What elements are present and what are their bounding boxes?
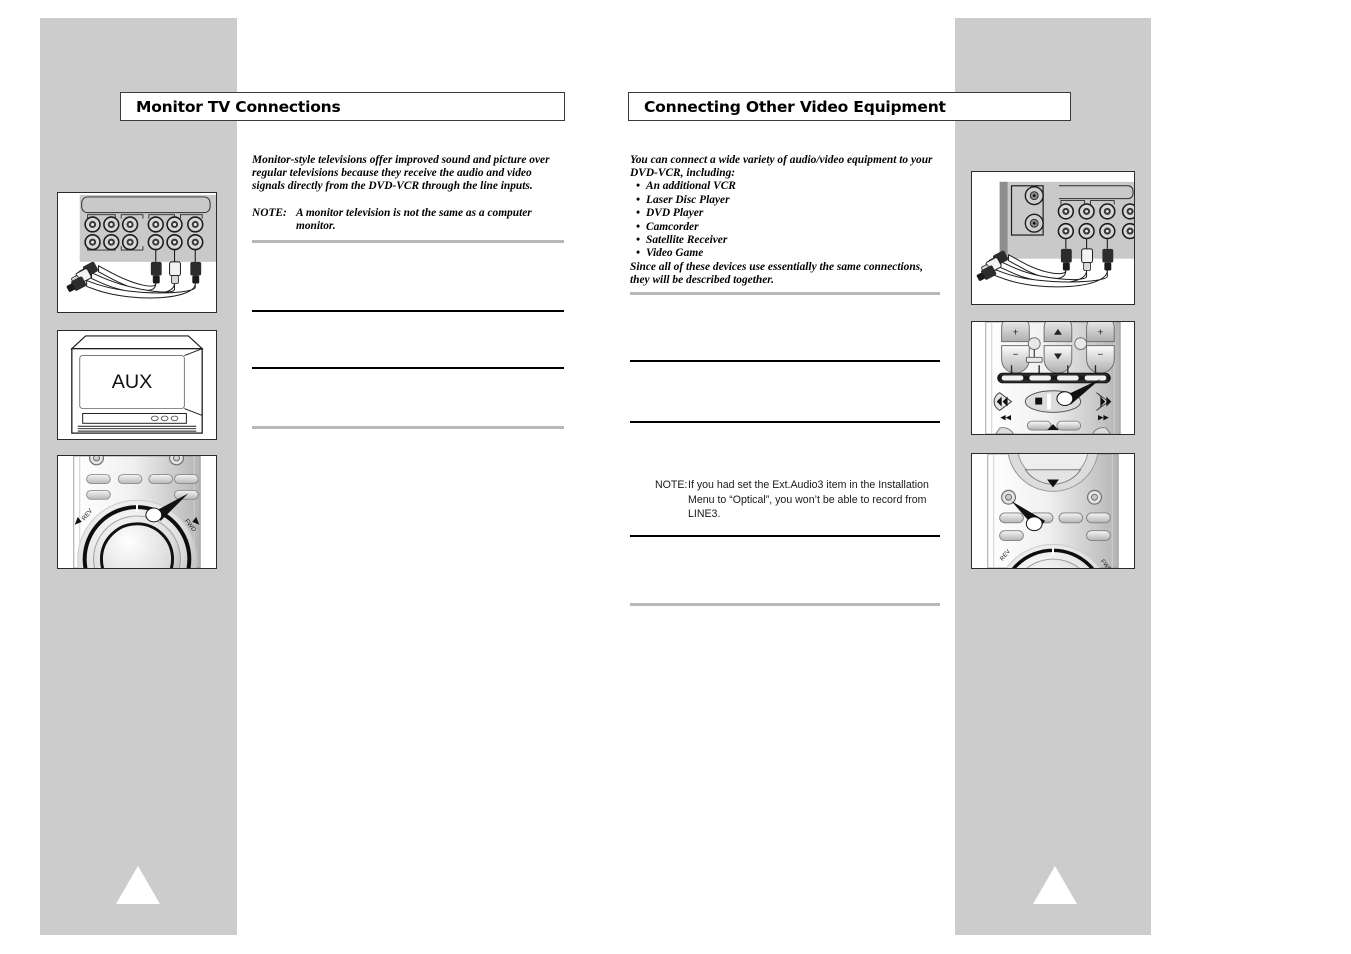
left-column-text: Monitor-style televisions offer improved… bbox=[252, 154, 564, 233]
rule-left-2 bbox=[252, 310, 564, 312]
figure-remote-jog-dial: REV FWD bbox=[57, 455, 217, 569]
svg-text:−: − bbox=[1098, 349, 1104, 360]
rule-right-4 bbox=[630, 535, 940, 537]
rule-left-4 bbox=[252, 426, 564, 429]
left-note: NOTE: A monitor television is not the sa… bbox=[252, 207, 564, 233]
rule-left-1 bbox=[252, 240, 564, 243]
optical-note-text: If you had set the Ext.Audio3 item in th… bbox=[688, 479, 929, 521]
svg-text:◀◀: ◀◀ bbox=[1000, 414, 1011, 421]
section-title-left: Monitor TV Connections bbox=[136, 97, 341, 116]
list-item: Laser Disc Player bbox=[636, 194, 942, 208]
svg-text:AUX: AUX bbox=[112, 371, 153, 393]
equipment-list: An additional VCR Laser Disc Player DVD … bbox=[630, 180, 942, 261]
left-note-label: NOTE: bbox=[252, 206, 287, 219]
list-item: DVD Player bbox=[636, 207, 942, 221]
list-item: Video Game bbox=[636, 247, 942, 261]
section-header-other-video: Connecting Other Video Equipment bbox=[628, 92, 1071, 121]
figure-tv-aux-screen: AUX bbox=[57, 330, 217, 440]
svg-text:+: + bbox=[1013, 328, 1019, 339]
optical-audio-note: NOTE: If you had set the Ext.Audio3 item… bbox=[655, 478, 940, 522]
figure-remote-lower-buttons: REV FWD bbox=[971, 453, 1135, 569]
figure-rear-panel-other-equipment bbox=[971, 171, 1135, 305]
list-item: Satellite Receiver bbox=[636, 234, 942, 248]
page-marker-triangle-right bbox=[1033, 866, 1077, 904]
rule-left-3 bbox=[252, 367, 564, 369]
list-item: Camcorder bbox=[636, 221, 942, 235]
section-title-right: Connecting Other Video Equipment bbox=[644, 97, 946, 116]
optical-note-label: NOTE: bbox=[655, 479, 688, 491]
rule-right-5 bbox=[630, 603, 940, 606]
right-column-text: You can connect a wide variety of audio/… bbox=[630, 154, 942, 287]
page-marker-triangle-left bbox=[116, 866, 160, 904]
section-header-monitor-tv: Monitor TV Connections bbox=[120, 92, 565, 121]
right-outro-paragraph: Since all of these devices use essential… bbox=[630, 260, 923, 287]
svg-text:−: − bbox=[1013, 349, 1019, 360]
figure-rear-panel-line-inputs bbox=[57, 192, 217, 313]
svg-text:+: + bbox=[1098, 328, 1104, 339]
rule-right-2 bbox=[630, 360, 940, 362]
figure-remote-transport-buttons: + − + − ◀◀ ▶▶ bbox=[971, 321, 1135, 435]
rule-right-3 bbox=[630, 421, 940, 423]
list-item: An additional VCR bbox=[636, 180, 942, 194]
rule-right-1 bbox=[630, 292, 940, 295]
svg-text:▶▶: ▶▶ bbox=[1098, 414, 1109, 421]
left-note-text: A monitor television is not the same as … bbox=[296, 206, 532, 232]
document-page: Monitor TV Connections Connecting Other … bbox=[0, 0, 1351, 954]
right-intro-paragraph: You can connect a wide variety of audio/… bbox=[630, 154, 933, 180]
left-intro-paragraph: Monitor-style televisions offer improved… bbox=[252, 154, 550, 193]
